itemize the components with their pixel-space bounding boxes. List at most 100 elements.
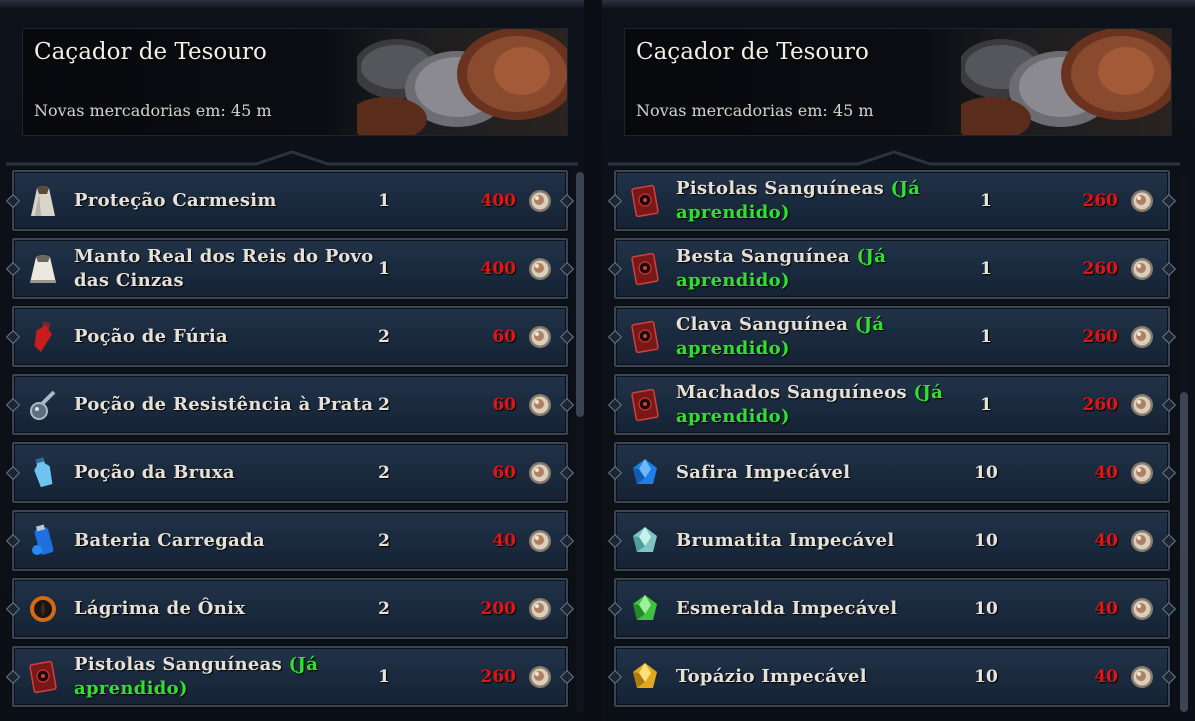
item-price: 60 [492,326,516,347]
shop-item-row[interactable]: Esmeralda Impecável 10 40 [614,578,1170,639]
item-price: 200 [480,598,517,619]
sapphire-icon [629,456,661,490]
item-price: 260 [1082,326,1119,347]
crimson-cloak-icon [27,184,59,218]
shop-item-row[interactable]: Proteção Carmesim 1 400 [12,170,568,231]
coin-icon [1130,461,1154,485]
coin-icon [528,597,552,621]
item-name-block: Poção de Fúria [74,308,374,365]
item-list: Pistolas Sanguíneas (Já aprendido) 1 260 Be… [614,170,1170,714]
shop-item-row[interactable]: Safira Impecável 10 40 [614,442,1170,503]
item-name: Topázio Impecável [676,665,867,687]
silver-potion-icon [27,388,59,422]
coin-icon [1130,529,1154,553]
item-name-block: Proteção Carmesim [74,172,374,229]
item-quantity: 10 [974,666,998,687]
fury-potion-icon [27,320,59,354]
item-name: Poção da Bruxa [74,461,235,483]
item-price: 40 [1094,530,1118,551]
shop-item-row[interactable]: Pistolas Sanguíneas (Já aprendido) 1 260 [12,646,568,707]
top-ornament [602,0,1195,10]
item-name: Clava Sanguínea [676,313,849,335]
topaz-icon [629,660,661,694]
onyx-tear-icon [27,592,59,626]
coins-artwork [961,29,1171,135]
shop-title: Caçador de Tesouro [636,39,869,65]
shop-item-row[interactable]: Besta Sanguínea (Já aprendido) 1 260 [614,238,1170,299]
item-name: Proteção Carmesim [74,189,277,211]
shop-item-row[interactable]: Bateria Carregada 2 40 [12,510,568,571]
item-name-block: Esmeralda Impecável [676,580,976,637]
shop-item-row[interactable]: Machados Sanguíneos (Já aprendido) 1 260 [614,374,1170,435]
scrollbar[interactable] [576,172,584,712]
coin-icon [528,461,552,485]
item-list: Proteção Carmesim 1 400 Manto Real dos Reis… [12,170,568,714]
shop-item-row[interactable]: Poção de Resistência à Prata 2 60 [12,374,568,435]
item-name: Poção de Fúria [74,325,228,347]
shop-panel-right: Caçador de Tesouro Novas mercadorias em:… [602,0,1195,721]
item-quantity: 2 [378,462,390,483]
item-price: 400 [480,258,517,279]
scroll-thumb[interactable] [1180,392,1188,712]
shop-title: Caçador de Tesouro [34,39,267,65]
item-price: 400 [480,190,517,211]
coin-icon [1130,665,1154,689]
shop-item-row[interactable]: Pistolas Sanguíneas (Já aprendido) 1 260 [614,170,1170,231]
item-quantity: 10 [974,598,998,619]
coin-icon [1130,393,1154,417]
item-price: 260 [1082,190,1119,211]
item-name-block: Pistolas Sanguíneas (Já aprendido) [676,172,976,229]
coin-icon [528,257,552,281]
royal-cloak-icon [27,252,59,286]
item-name-block: Safira Impecável [676,444,976,501]
coins-artwork [357,29,567,135]
coin-icon [1130,325,1154,349]
shop-item-row[interactable]: Manto Real dos Reis do Povo das Cinzas 1 4… [12,238,568,299]
shop-panel-left: Caçador de Tesouro Novas mercadorias em:… [0,0,584,721]
item-quantity: 10 [974,462,998,483]
scroll-thumb[interactable] [576,172,584,417]
coin-icon [528,393,552,417]
item-quantity: 1 [980,394,992,415]
recipe-book-icon [629,184,661,218]
scrollbar[interactable] [1180,172,1188,712]
item-quantity: 1 [378,258,390,279]
recipe-book-icon [629,252,661,286]
shop-item-row[interactable]: Clava Sanguínea (Já aprendido) 1 260 [614,306,1170,367]
item-name-block: Manto Real dos Reis do Povo das Cinzas [74,240,374,297]
item-price: 260 [480,666,517,687]
item-price: 40 [1094,598,1118,619]
emerald-icon [629,592,661,626]
item-quantity: 2 [378,394,390,415]
item-price: 60 [492,462,516,483]
item-quantity: 1 [980,326,992,347]
item-name: Bateria Carregada [74,529,265,551]
item-name-block: Besta Sanguínea (Já aprendido) [676,240,976,297]
item-quantity: 1 [378,190,390,211]
shop-item-row[interactable]: Lágrima de Ônix 2 200 [12,578,568,639]
item-name-block: Brumatita Impecável [676,512,976,569]
item-name: Lágrima de Ônix [74,597,246,619]
item-name-block: Lágrima de Ônix [74,580,374,637]
shop-item-row[interactable]: Topázio Impecável 10 40 [614,646,1170,707]
item-name-block: Poção da Bruxa [74,444,374,501]
shop-item-row[interactable]: Poção da Bruxa 2 60 [12,442,568,503]
restock-timer: Novas mercadorias em: 45 m [34,101,272,120]
section-divider [608,150,1180,166]
item-name-block: Topázio Impecável [676,648,976,705]
recipe-book-icon [27,660,59,694]
recipe-book-icon [629,320,661,354]
shop-item-row[interactable]: Brumatita Impecável 10 40 [614,510,1170,571]
item-name: Brumatita Impecável [676,529,895,551]
item-price: 40 [1094,666,1118,687]
coin-icon [1130,257,1154,281]
recipe-book-icon [629,388,661,422]
coin-icon [1130,597,1154,621]
shop-item-row[interactable]: Poção de Fúria 2 60 [12,306,568,367]
item-quantity: 1 [980,258,992,279]
restock-timer: Novas mercadorias em: 45 m [636,101,874,120]
coin-icon [528,189,552,213]
item-quantity: 1 [980,190,992,211]
item-quantity: 1 [378,666,390,687]
battery-icon [27,524,59,558]
